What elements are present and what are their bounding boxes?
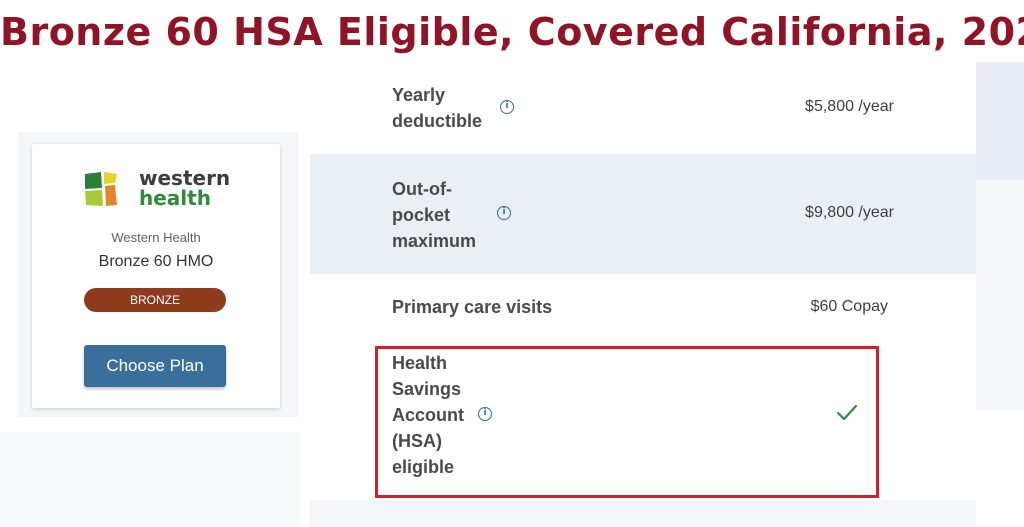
logo-line-1: western	[139, 166, 231, 190]
info-icon[interactable]: i	[500, 100, 514, 114]
plan-card: western health Western Health Bronze 60 …	[32, 144, 280, 408]
metal-tier-badge: BRONZE	[84, 288, 226, 312]
hsa-highlight-box	[375, 346, 879, 498]
issuer-name: Western Health	[111, 230, 201, 245]
benefit-value: $5,800 /year	[805, 98, 894, 115]
benefit-row-primary-care: Primary care visits $60 Copay	[310, 274, 976, 342]
background-panel-right-lower	[976, 410, 1024, 527]
background-panel-right-mid	[976, 180, 1024, 410]
benefit-label: Primary care visits	[392, 297, 553, 317]
western-health-logo-icon	[85, 172, 117, 206]
background-panel-right	[976, 62, 1024, 180]
logo-line-2: health	[139, 186, 211, 210]
choose-plan-button[interactable]: Choose Plan	[84, 345, 226, 387]
page: Bronze 60 HSA Eligible, Covered Californ…	[0, 0, 1024, 527]
benefit-row-out-of-pocket: Out-of-pocket maximum i $9,800 /year	[310, 154, 976, 274]
benefit-value: $9,800 /year	[805, 204, 894, 221]
issuer-logo: western health	[84, 168, 234, 214]
banner-title: Bronze 60 HSA Eligible, Covered Californ…	[0, 10, 1024, 54]
background-panel-bottom	[310, 500, 976, 527]
benefit-label: Out-of-pocket maximum	[392, 179, 477, 251]
benefit-row-deductible: Yearly deductible i $5,800 /year	[310, 62, 976, 154]
background-panel-left-lower	[0, 432, 300, 527]
benefit-label: Yearly deductible	[392, 85, 483, 131]
benefit-value: $60 Copay	[810, 298, 888, 315]
info-icon[interactable]: i	[497, 206, 511, 220]
plan-name: Bronze 60 HMO	[98, 253, 214, 270]
logo-wordmark: western health	[139, 168, 239, 208]
